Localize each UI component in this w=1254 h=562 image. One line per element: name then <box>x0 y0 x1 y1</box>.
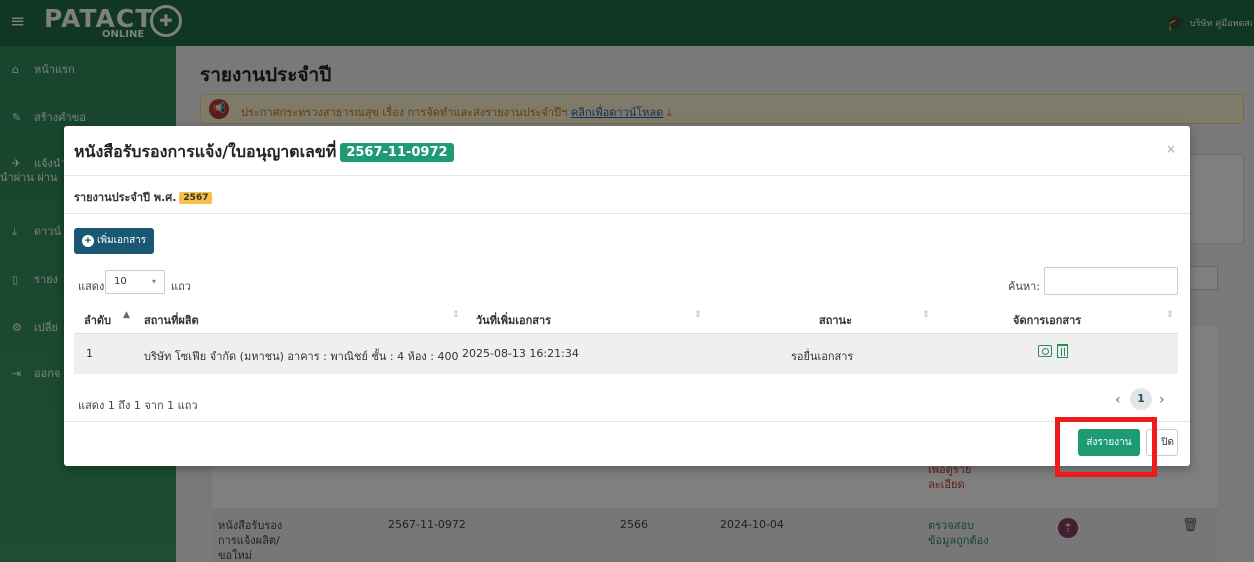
add-document-button[interactable]: + เพิ่มเอกสาร <box>74 228 155 254</box>
pagination-next-button[interactable]: › <box>1159 392 1165 408</box>
column-header-date[interactable]: วันที่เพิ่มเอกสาร <box>476 311 551 329</box>
chevron-down-icon: ▾ <box>151 277 156 286</box>
column-header-status[interactable]: สถานะ <box>819 311 852 329</box>
year-badge: 2567 <box>179 192 213 204</box>
row-index: 1 <box>86 347 93 360</box>
table-info: แสดง 1 ถึง 1 จาก 1 แถว <box>78 399 198 412</box>
sort-icon[interactable]: ⇕ <box>1166 310 1174 320</box>
sort-icon[interactable]: ⇕ <box>922 310 930 320</box>
pagination-page-button[interactable]: 1 <box>1130 388 1152 410</box>
sort-icon[interactable]: ⇕ <box>452 310 460 320</box>
search-label: ค้นหา: <box>1008 280 1041 293</box>
modal-title: หนังสือรับรองการแจ้ง/ใบอนุญาตเลขที่ 2567-… <box>74 140 454 165</box>
plus-icon: + <box>82 235 94 247</box>
trash-icon[interactable] <box>1057 344 1068 358</box>
row-status: รอยื่นเอกสาร <box>791 350 854 363</box>
row-date-added: 2025-08-13 16:21:34 <box>462 347 579 360</box>
sort-asc-icon[interactable]: ▲ <box>123 310 130 320</box>
show-label: แสดง <box>78 280 105 293</box>
highlight-annotation <box>1055 417 1157 477</box>
view-document-icon[interactable] <box>1038 345 1052 357</box>
column-header-index[interactable]: ลำดับ <box>84 311 111 329</box>
page-length-select[interactable]: 10 ▾ <box>105 270 165 294</box>
report-year-label: รายงานประจำปี พ.ศ. <box>74 191 177 204</box>
modal-header: หนังสือรับรองการแจ้ง/ใบอนุญาตเลขที่ 2567-… <box>64 126 1190 176</box>
column-header-place[interactable]: สถานที่ผลิต <box>144 311 199 329</box>
documents-modal: หนังสือรับรองการแจ้ง/ใบอนุญาตเลขที่ 2567-… <box>64 126 1190 466</box>
report-year-header: รายงานประจำปี พ.ศ. 2567 <box>64 176 1190 214</box>
column-header-manage: จัดการเอกสาร <box>1013 314 1082 327</box>
rows-label: แถว <box>171 280 191 293</box>
sort-icon[interactable]: ⇕ <box>694 310 702 320</box>
license-number-badge: 2567-11-0972 <box>340 143 454 162</box>
close-icon[interactable]: × <box>1166 142 1176 156</box>
pagination-prev-button[interactable]: ‹ <box>1115 392 1121 408</box>
search-input[interactable] <box>1044 267 1178 295</box>
row-place: บริษัท โซเฟีย จำกัด (มหาชน) อาคาร : พาณิ… <box>144 350 459 363</box>
modal-footer-divider <box>64 421 1190 422</box>
